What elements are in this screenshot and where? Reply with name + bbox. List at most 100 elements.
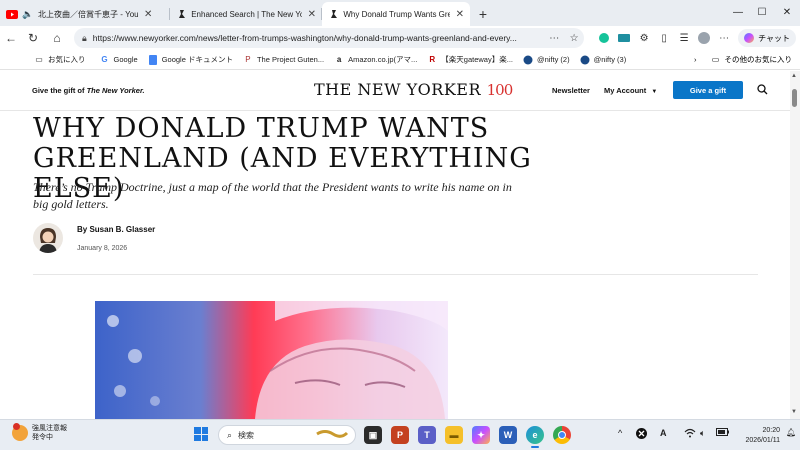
start-button[interactable]: [194, 427, 208, 441]
weather-title: 強風注意報: [32, 425, 67, 432]
bookmark-google-docs[interactable]: Google ドキュメント: [148, 54, 233, 65]
gift-brand: The New Yorker.: [86, 86, 145, 95]
file-explorer-icon[interactable]: ▬: [445, 426, 463, 444]
profile-avatar-icon[interactable]: [694, 28, 714, 48]
menu-icon[interactable]: ⋯: [714, 28, 734, 48]
tray-font-icon[interactable]: A: [660, 428, 667, 438]
wifi-icon[interactable]: [684, 428, 696, 440]
close-tab-icon[interactable]: ✕: [456, 9, 464, 20]
scroll-down-arrow[interactable]: ▼: [791, 409, 797, 415]
tab-why-trump-greenland[interactable]: Why Donald Trump Wants Greenland ✕: [322, 2, 470, 26]
volume-icon[interactable]: 🔈︎: [700, 428, 705, 439]
bookmark-gutenberg[interactable]: P The Project Guten...: [243, 55, 324, 65]
gift-prefix: Give the gift of: [32, 86, 85, 95]
article-dek: There’s no Trump Doctrine, just a map of…: [33, 180, 512, 211]
minimize-button[interactable]: —: [726, 0, 750, 24]
favorite-star-icon[interactable]: ☆: [564, 28, 584, 48]
copilot-app-icon[interactable]: ✦: [472, 426, 490, 444]
powerpoint-icon[interactable]: P: [391, 426, 409, 444]
tab-enhanced-search[interactable]: Enhanced Search | The New Yorker ✕: [170, 2, 322, 26]
bookmark-favorites[interactable]: ▭ お気に入り: [34, 54, 85, 65]
page-scrollbar[interactable]: ▲ ▼: [790, 71, 800, 419]
newyorker-icon: [328, 8, 339, 20]
author-avatar[interactable]: [33, 223, 63, 253]
close-tab-icon[interactable]: ✕: [144, 9, 152, 20]
weather-widget[interactable]: 強風注意報 発令中: [12, 423, 67, 442]
scrollbar-thumb[interactable]: [792, 89, 797, 107]
google-icon: G: [101, 55, 108, 64]
bookmark-nifty-3[interactable]: @nifty (3): [580, 55, 627, 65]
bookmark-google[interactable]: G Google: [100, 55, 138, 65]
puzzle-icon[interactable]: ⚙: [634, 28, 654, 48]
other-bookmarks-label: その他のお気に入り: [724, 55, 793, 64]
bookmark-rakuten[interactable]: R 【楽天gateway】楽...: [427, 54, 513, 65]
nifty-icon: [523, 55, 533, 65]
split-screen-icon[interactable]: ▯: [654, 28, 674, 48]
bookmark-label: Amazon.co.jp(アマ...: [348, 55, 418, 64]
maximize-button[interactable]: ☐: [750, 0, 774, 24]
lock-icon: 🔒︎: [82, 32, 87, 43]
search-highlight-icon: [315, 428, 349, 442]
tab-label: Enhanced Search | The New Yorker: [191, 9, 301, 19]
extension-icon[interactable]: [614, 28, 634, 48]
search-icon[interactable]: [757, 84, 768, 98]
site-logo[interactable]: THE NEW YORKER 100: [314, 80, 514, 99]
gift-promo[interactable]: Give the gift of The New Yorker.: [32, 86, 145, 95]
home-icon[interactable]: ⌂: [46, 27, 68, 49]
grammarly-icon[interactable]: [594, 28, 614, 48]
bookmark-label: Google: [113, 55, 138, 64]
nifty-icon: [580, 55, 590, 65]
chevron-right-icon[interactable]: ›: [694, 55, 697, 64]
newsletter-link[interactable]: Newsletter: [552, 86, 590, 95]
bookmark-label: The Project Guten...: [256, 55, 325, 64]
copilot-label: チャット: [758, 33, 790, 43]
notification-bell-icon[interactable]: 🔔︎: [786, 428, 796, 437]
tray-app-icon[interactable]: [636, 428, 647, 441]
publish-date: January 8, 2026: [77, 245, 128, 252]
chrome-icon[interactable]: [553, 426, 571, 444]
tab-label: 北上夜曲／倍賞千恵子 - YouTube: [38, 9, 138, 19]
my-account-label: My Account: [604, 86, 647, 95]
url-field[interactable]: 🔒︎ https://www.newyorker.com/news/letter…: [74, 28, 584, 48]
amazon-icon: a: [336, 55, 342, 64]
back-icon[interactable]: ←: [0, 27, 22, 49]
scroll-up-arrow[interactable]: ▲: [791, 73, 797, 79]
tab-youtube[interactable]: 🔈 北上夜曲／倍賞千恵子 - YouTube ✕: [0, 2, 170, 26]
refresh-icon[interactable]: ↻: [22, 27, 44, 49]
taskbar-search[interactable]: ⌕ 検索: [218, 425, 356, 445]
close-tab-icon[interactable]: ✕: [308, 9, 316, 20]
divider: [33, 274, 758, 275]
copilot-chat-button[interactable]: チャット: [738, 29, 796, 47]
tab-strip: 🔈 北上夜曲／倍賞千恵子 - YouTube ✕ Enhanced Search…: [0, 0, 800, 26]
address-bar-row: ← ↻ ⌂ 🔒︎ https://www.newyorker.com/news/…: [0, 26, 800, 50]
new-tab-button[interactable]: +: [470, 2, 496, 26]
tab-label: Why Donald Trump Wants Greenland: [343, 9, 449, 19]
author-byline[interactable]: By Susan B. Glasser: [77, 225, 155, 234]
word-icon[interactable]: W: [499, 426, 517, 444]
other-bookmarks[interactable]: › ▭ その他のお気に入り: [694, 54, 792, 65]
collections-icon[interactable]: ☰: [674, 28, 694, 48]
give-a-gift-button[interactable]: Give a gift: [673, 81, 743, 99]
close-window-button[interactable]: ✕: [775, 0, 799, 24]
speaker-icon[interactable]: 🔈: [22, 8, 34, 20]
bookmarks-bar: ▭ お気に入り G Google Google ドキュメント P The Pro…: [0, 50, 800, 70]
my-account-menu[interactable]: My Account ▼: [604, 86, 657, 95]
teams-icon[interactable]: T: [418, 426, 436, 444]
edge-icon[interactable]: e: [526, 426, 544, 448]
folder-icon: ▭: [35, 55, 43, 64]
bookmark-label: 【楽天gateway】楽...: [441, 55, 513, 64]
task-view-icon[interactable]: ▣: [364, 426, 382, 444]
more-options-icon[interactable]: ⋯: [544, 28, 564, 48]
bookmark-amazon[interactable]: a Amazon.co.jp(アマ...: [334, 54, 417, 65]
system-clock[interactable]: 20:20 2026/01/11: [736, 426, 780, 446]
bookmark-nifty-2[interactable]: @nifty (2): [523, 55, 570, 65]
tray-overflow-icon[interactable]: ^: [618, 428, 622, 438]
hero-image: [95, 301, 448, 419]
docs-icon: [148, 54, 158, 65]
weather-subtitle: 発令中: [32, 434, 53, 441]
bookmark-label: @nifty (3): [593, 55, 627, 64]
newyorker-icon: [176, 8, 187, 20]
logo-100: 100: [486, 81, 514, 99]
youtube-icon: [6, 8, 18, 20]
battery-icon[interactable]: [716, 428, 729, 438]
